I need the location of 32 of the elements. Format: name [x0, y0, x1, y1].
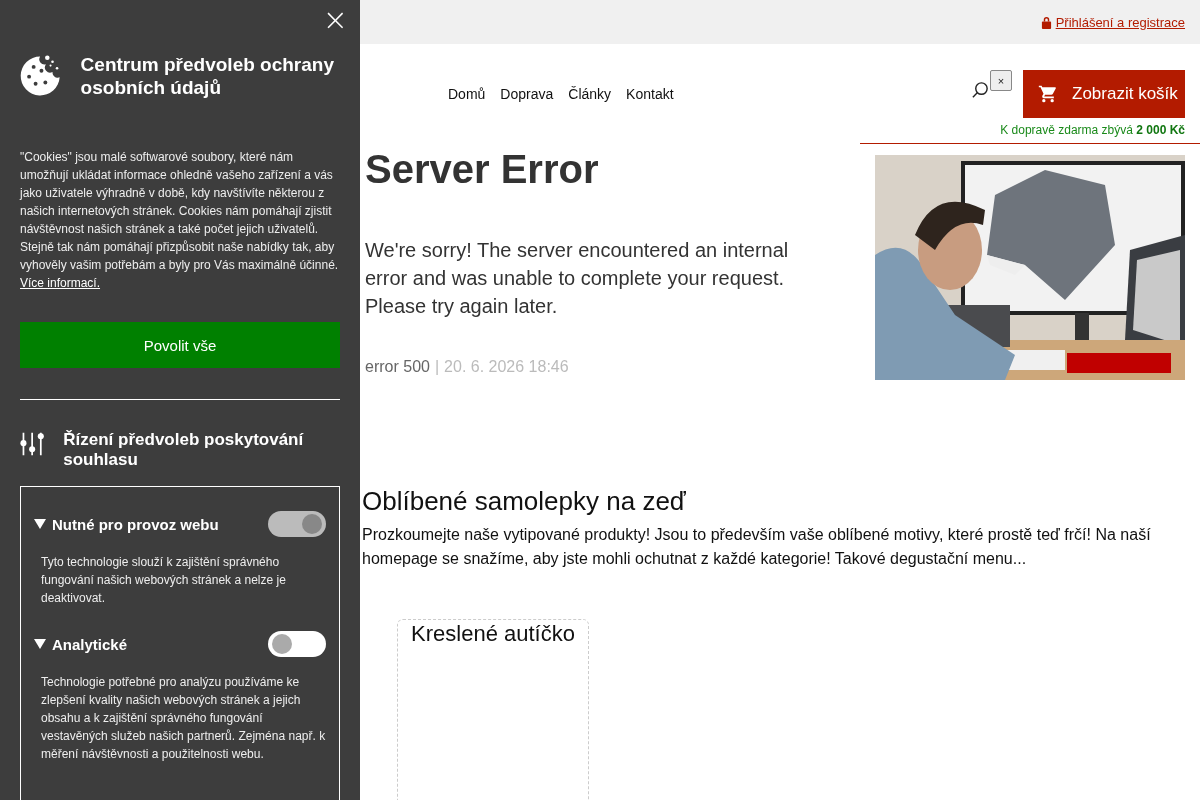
disclosure-triangle-icon[interactable]: [34, 639, 46, 649]
login-link[interactable]: Přihlášení a registrace: [1040, 14, 1185, 30]
more-info-link[interactable]: Více informací.: [20, 276, 101, 290]
free-shipping-note: K dopravě zdarma zbývá 2 000 Kč: [1000, 123, 1185, 137]
sliders-icon: [20, 430, 45, 458]
nav-link[interactable]: Kontakt: [626, 86, 674, 102]
nav-link[interactable]: Doprava: [500, 86, 554, 102]
section-title: Oblíbené samolepky na zeď: [362, 486, 687, 517]
separator: |: [434, 358, 440, 376]
category-description: Technologie potřebné pro analýzu používáme ke zlepšení kvality našich webových stránek a jejich obsahu a k zajištění správného fungování vestavěných služeb našich partnerů. Zejména např. k měření návštěvnosti a použitelnosti webu.: [41, 674, 326, 763]
accept-all-button[interactable]: Povolit vše: [20, 322, 340, 368]
category-description: Tyto technologie slouží k zajištění správného fungování našich webových stránek a nelze je deaktivovat.: [41, 554, 287, 607]
section-text: Prozkoumejte naše vytipované produkty! Jsou to především vaše oblíbené motivy, které prostě teď frčí! Na naší homepage se snažíme, aby jste mohli ochutnat z každé kategorie! Takové degustační menu...: [362, 525, 1152, 569]
product-card[interactable]: Kreslené autíčko: [397, 619, 589, 800]
lock-icon: [1040, 15, 1052, 29]
section-heading: Řízení předvoleb poskytování souhlasu: [63, 430, 305, 470]
panel-title: Centrum předvoleb ochrany osobních údajů: [80, 53, 335, 99]
clear-button[interactable]: ×: [990, 70, 1012, 91]
cart-icon: [1038, 84, 1058, 104]
product-name: Kreslené autíčko: [411, 621, 575, 647]
close-button[interactable]: ×: [322, 5, 348, 35]
category-title[interactable]: Analytické: [52, 635, 268, 653]
cookie-intro: "Cookies" jsou malé softwarové soubory, které nám umožňují ukládat informace ohledně vašeho zařízení a vás jako uživatele výhradně v době, kdy navštívíte některou z našich internetových stránek. Cookies nám pomáhají zjistit návštěvnost našich stránek a také počet jejich uživatelů. Stejně tak nám pomáhají přizpůsobit naše nabídky tak, aby vyhověly vašim potřebám a byly pro Vás maximálně účinné. Více informací.: [20, 149, 340, 292]
timestamp: 20. 6. 2026 18:46: [444, 358, 569, 376]
error-message: We're sorry! The server encountered an internal error and was unable to complete your request. Please try again later.: [365, 238, 790, 319]
toggle-switch[interactable]: [268, 631, 326, 657]
cart-button[interactable]: Zobrazit košík: [1023, 70, 1185, 118]
error-code: error 500: [365, 358, 430, 376]
nav-link[interactable]: Články: [568, 86, 612, 102]
error-title: Server Error: [365, 147, 600, 192]
search-icon[interactable]: [971, 81, 990, 100]
nav-link[interactable]: Domů: [448, 86, 486, 102]
